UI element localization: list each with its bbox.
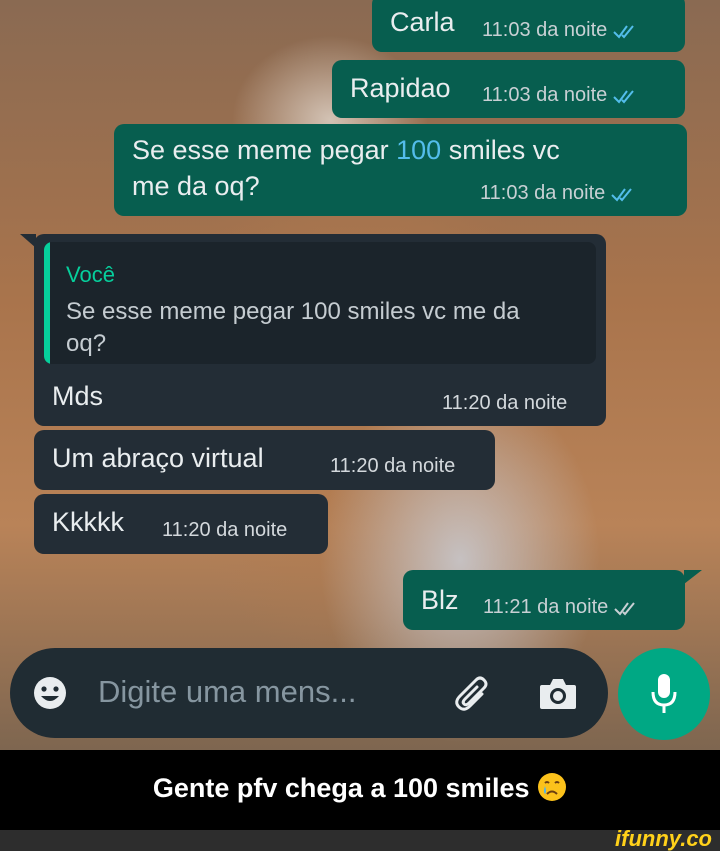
message-outgoing[interactable]: Carla 11:03 da noite xyxy=(372,0,685,52)
message-incoming-reply[interactable]: Você Se esse meme pegar 100 smiles vc me… xyxy=(34,234,606,426)
brand-strip xyxy=(0,830,720,851)
message-outgoing[interactable]: Blz 11:21 da noite xyxy=(403,570,685,630)
message-meta: 11:03 da noite xyxy=(480,182,637,205)
quoted-message[interactable]: Você Se esse meme pegar 100 smiles vc me… xyxy=(44,242,596,364)
bubble-tail xyxy=(20,234,36,248)
chat-wallpaper: Carla 11:03 da noite Rapidao 11:03 da no… xyxy=(0,0,720,750)
message-incoming[interactable]: Um abraço virtual 11:20 da noite xyxy=(34,430,495,490)
read-ticks-icon xyxy=(611,187,633,202)
mic-icon xyxy=(651,674,677,713)
crying-emoji-icon xyxy=(538,773,567,801)
message-text-part: Se esse meme pegar xyxy=(132,135,397,165)
screen: Carla 11:03 da noite Rapidao 11:03 da no… xyxy=(0,0,720,851)
message-text: Blz xyxy=(421,585,459,615)
message-time: 11:20 da noite xyxy=(442,392,568,414)
mic-button[interactable] xyxy=(618,648,710,740)
quote-author: Você xyxy=(66,262,115,287)
message-incoming[interactable]: Kkkkk 11:20 da noite xyxy=(34,494,328,554)
bubble-tail xyxy=(684,570,702,584)
message-composer[interactable]: Digite uma mens... xyxy=(10,648,608,738)
message-time: 11:21 da noite xyxy=(483,596,609,618)
message-text: Rapidao xyxy=(350,73,451,103)
message-time: 11:03 da noite xyxy=(482,84,608,106)
read-ticks-icon xyxy=(613,89,635,104)
caption-text: Gente pfv chega a 100 smiles xyxy=(152,773,530,803)
input-placeholder: Digite uma mens... xyxy=(98,674,357,709)
message-text: Se esse meme pegar 100 smiles vc xyxy=(132,132,560,168)
message-outgoing[interactable]: Se esse meme pegar 100 smiles vc me da o… xyxy=(114,124,687,216)
emoji-icon[interactable] xyxy=(32,675,68,711)
camera-icon[interactable] xyxy=(538,675,578,711)
quote-text: Se esse meme pegar 100 smiles vc me da o… xyxy=(66,298,520,357)
brand-logo[interactable]: ifunny.co xyxy=(615,826,712,851)
message-text: Mds xyxy=(52,381,104,411)
read-ticks-icon xyxy=(613,24,635,39)
message-time: 11:03 da noite xyxy=(482,19,608,41)
message-time: 11:20 da noite xyxy=(162,519,288,541)
message-text: Carla xyxy=(390,7,455,37)
message-text-line2: me da oq? xyxy=(132,171,260,201)
number-highlight: 100 xyxy=(396,135,442,165)
message-text: Um abraço virtual xyxy=(52,443,264,473)
message-time: 11:20 da noite xyxy=(330,455,456,477)
message-text: Kkkkk xyxy=(52,507,125,537)
message-meta: 11:03 da noite xyxy=(482,19,639,42)
quote-bar xyxy=(44,242,50,364)
message-text-part: smiles vc xyxy=(441,135,560,165)
message-outgoing[interactable]: Rapidao 11:03 da noite xyxy=(332,60,685,118)
message-meta: 11:03 da noite xyxy=(482,84,639,107)
caption: Gente pfv chega a 100 smiles xyxy=(0,772,720,804)
read-ticks-icon xyxy=(614,601,636,616)
message-meta: 11:21 da noite xyxy=(483,596,640,619)
attach-icon[interactable] xyxy=(452,672,496,716)
message-time: 11:03 da noite xyxy=(480,182,606,204)
